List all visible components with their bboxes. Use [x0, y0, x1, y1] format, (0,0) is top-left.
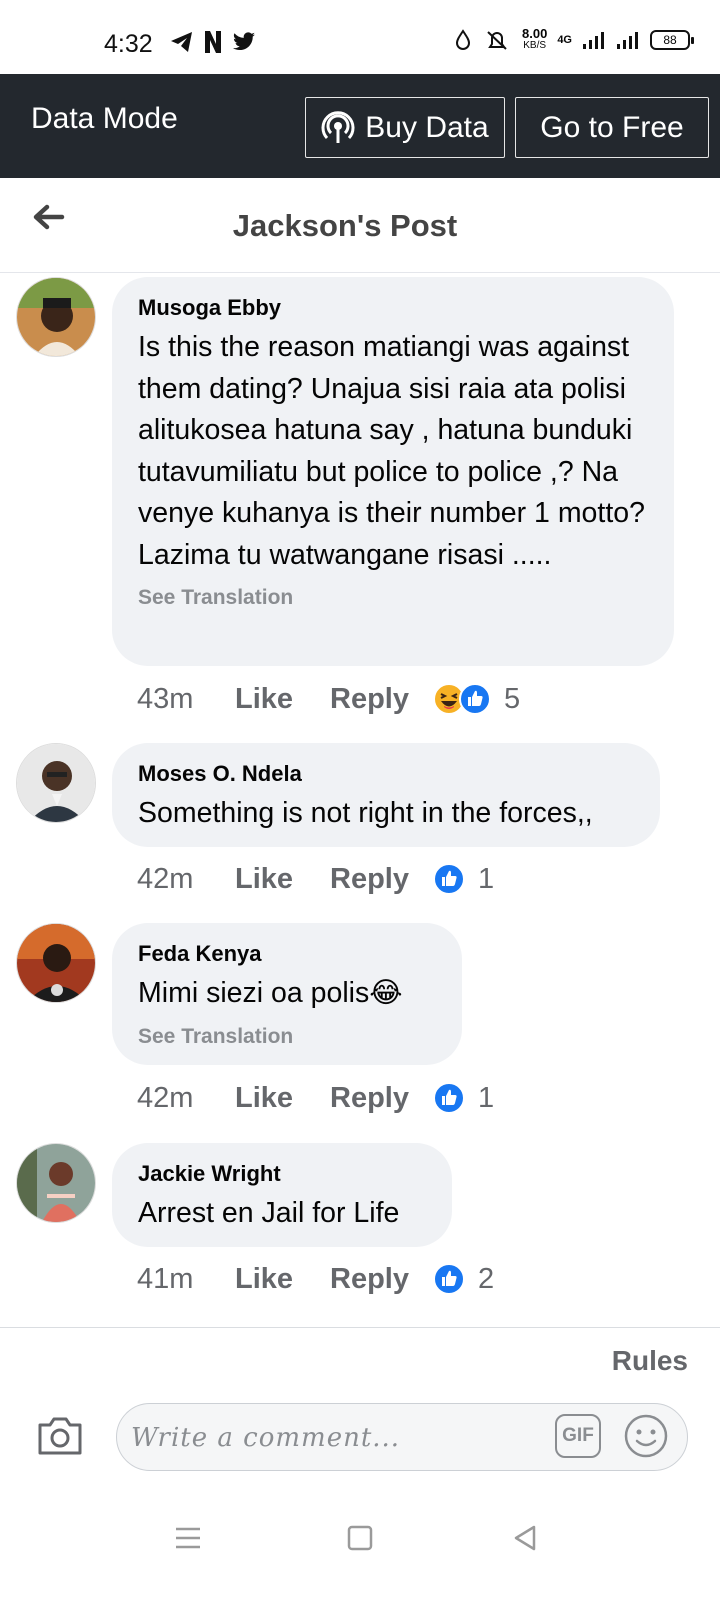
- comment-author[interactable]: Moses O. Ndela: [138, 761, 634, 787]
- like-button[interactable]: Like: [235, 1082, 330, 1115]
- reaction-count: 1: [478, 1081, 495, 1114]
- comment-text: Arrest en Jail for Life: [138, 1197, 400, 1229]
- emoji-icon[interactable]: [623, 1413, 669, 1459]
- signal-icon: [583, 32, 604, 49]
- reaction-summary[interactable]: 1: [432, 1081, 494, 1115]
- network-speed: 8.00 KB/S: [522, 26, 548, 51]
- page-title: Jackson's Post: [232, 208, 458, 243]
- comment-author[interactable]: Feda Kenya: [138, 941, 436, 967]
- data-mode-banner: Data Mode Buy Data Go to Free: [0, 74, 720, 178]
- telegram-icon: [171, 32, 192, 52]
- avatar[interactable]: [16, 923, 96, 1003]
- system-nav-bar: [0, 1490, 720, 1600]
- comment-actions: 43m Like Reply 5: [137, 682, 520, 716]
- comment-text: Is this the reason matiangi was against …: [138, 331, 645, 571]
- comment-actions: 41m Like Reply 2: [137, 1262, 494, 1296]
- back-icon[interactable]: [506, 1518, 546, 1558]
- comment-bubble[interactable]: Jackie Wright Arrest en Jail for Life: [112, 1143, 452, 1247]
- comment-text: Something is not right in the forces,,: [138, 797, 593, 829]
- like-button[interactable]: Like: [235, 863, 330, 896]
- network-type: 4G: [557, 34, 572, 46]
- gif-button[interactable]: GIF: [555, 1414, 601, 1458]
- like-reaction-icon: [433, 1082, 465, 1114]
- comment-time: 41m: [137, 1262, 194, 1295]
- reply-button[interactable]: Reply: [330, 1263, 432, 1296]
- home-icon[interactable]: [340, 1518, 380, 1558]
- comment-actions: 42m Like Reply 1: [137, 862, 494, 896]
- post-header: Jackson's Post: [0, 178, 720, 273]
- like-button[interactable]: Like: [235, 1263, 330, 1296]
- signal-icon-2: [617, 32, 638, 49]
- comment-bubble[interactable]: Musoga Ebby Is this the reason matiangi …: [112, 277, 674, 666]
- status-bar: 4:32 8.00 KB/S 4G 88: [0, 0, 720, 74]
- comment-text: Mimi siezi oa polis😂: [138, 977, 403, 1009]
- netflix-icon: [205, 31, 221, 53]
- reaction-summary[interactable]: 2: [432, 1262, 494, 1296]
- menu-icon[interactable]: [168, 1518, 208, 1558]
- see-translation-link[interactable]: See Translation: [138, 1025, 436, 1049]
- see-translation-link[interactable]: See Translation: [138, 586, 648, 610]
- avatar[interactable]: [16, 277, 96, 357]
- data-saver-icon: [455, 29, 471, 50]
- reaction-summary[interactable]: 5: [432, 682, 520, 716]
- reaction-summary[interactable]: 1: [432, 862, 494, 896]
- divider: [0, 1327, 720, 1328]
- comment-time: 42m: [137, 1081, 194, 1114]
- reaction-count: 1: [478, 862, 495, 895]
- comment-actions: 42m Like Reply 1: [137, 1081, 494, 1115]
- avatar[interactable]: [16, 1143, 96, 1223]
- battery-icon: 88: [650, 30, 694, 50]
- like-reaction-icon: [433, 863, 465, 895]
- like-button[interactable]: Like: [235, 683, 330, 716]
- rules-link[interactable]: Rules: [612, 1345, 688, 1377]
- reaction-count: 2: [478, 1262, 495, 1295]
- reply-button[interactable]: Reply: [330, 683, 432, 716]
- avatar[interactable]: [16, 743, 96, 823]
- comment-composer[interactable]: GIF: [116, 1403, 688, 1471]
- comment-time: 43m: [137, 682, 194, 715]
- reply-button[interactable]: Reply: [330, 1082, 432, 1115]
- mute-icon: [487, 31, 507, 50]
- reply-button[interactable]: Reply: [330, 863, 432, 896]
- comment-time: 42m: [137, 862, 194, 895]
- like-reaction-icon: [433, 1263, 465, 1295]
- comment-bubble[interactable]: Feda Kenya Mimi siezi oa polis😂 See Tran…: [112, 923, 462, 1065]
- comment-author[interactable]: Jackie Wright: [138, 1161, 426, 1187]
- comment-input[interactable]: [131, 1416, 551, 1460]
- go-to-free-button[interactable]: Go to Free: [515, 97, 709, 158]
- broadcast-icon: [321, 110, 355, 143]
- camera-icon[interactable]: [36, 1413, 84, 1457]
- comment-bubble[interactable]: Moses O. Ndela Something is not right in…: [112, 743, 660, 847]
- data-mode-label: Data Mode: [31, 102, 178, 135]
- twitter-icon: [233, 32, 255, 51]
- comment-author[interactable]: Musoga Ebby: [138, 295, 648, 321]
- status-time: 4:32: [104, 30, 153, 58]
- like-reaction-icon: [459, 683, 491, 715]
- buy-data-button[interactable]: Buy Data: [305, 97, 505, 158]
- reaction-count: 5: [504, 682, 521, 715]
